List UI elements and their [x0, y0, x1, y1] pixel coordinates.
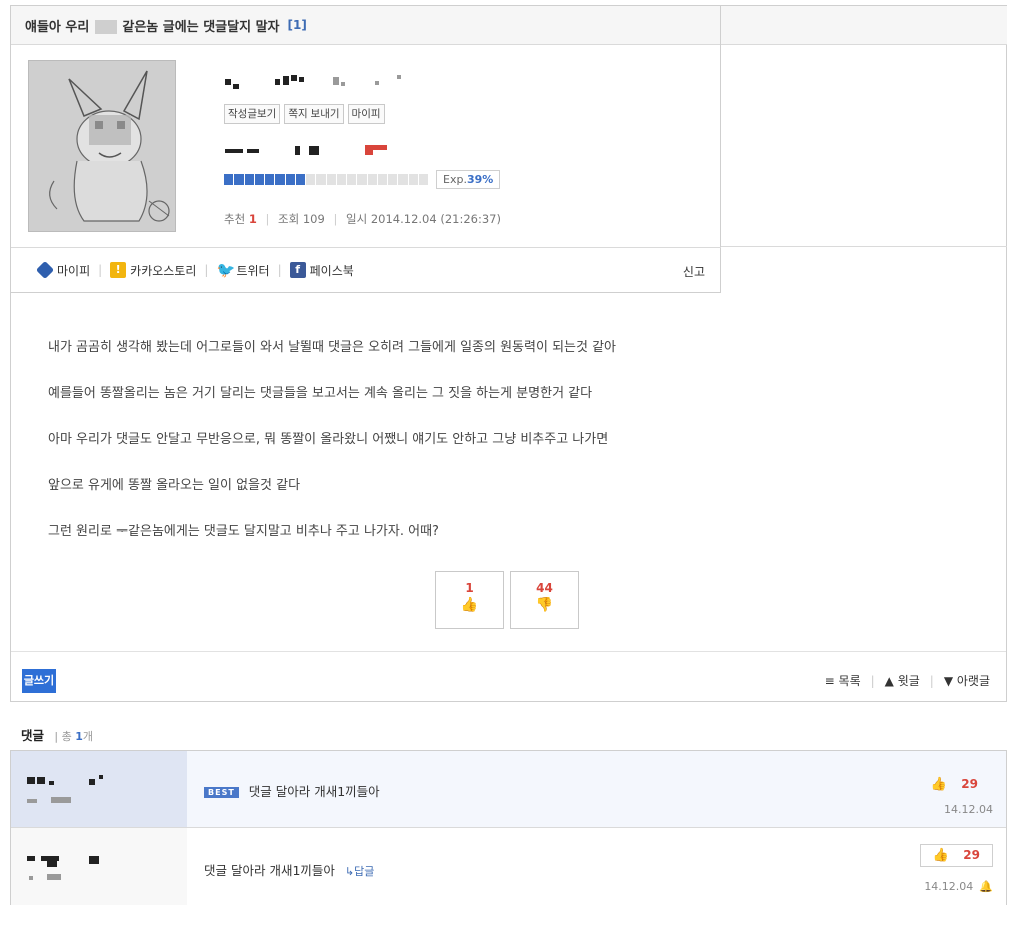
- comment-like[interactable]: 👍 29: [919, 844, 993, 867]
- experience-segment: [367, 174, 377, 185]
- thumbs-up-icon: 👍: [460, 597, 479, 613]
- experience-segment: [285, 174, 295, 185]
- views-label: 조회: [278, 212, 300, 226]
- experience-segment: [418, 174, 428, 185]
- view-posts-button[interactable]: 작성글보기: [224, 104, 281, 124]
- experience-segment: [254, 174, 264, 185]
- experience-segment: [326, 174, 336, 185]
- experience-label: Exp.39%: [436, 170, 501, 189]
- experience-segment: [275, 174, 285, 185]
- upvote-button[interactable]: 1 👍: [435, 571, 504, 629]
- experience-segment: [398, 174, 408, 185]
- date-label: 일시: [346, 212, 368, 226]
- thumbs-down-icon: 👎: [535, 597, 554, 613]
- comment-row: 댓글 달아라 개새1끼들아 ↳답글 👍 29 14.12.04 🔔: [11, 828, 1006, 905]
- experience-segment: [336, 174, 346, 185]
- experience-segment: [306, 174, 316, 185]
- experience-segment: [316, 174, 326, 185]
- experience-segment: [265, 174, 275, 185]
- body-line: 내가 곰곰히 생각해 봤는데 어그로들이 와서 날뛸때 댓글은 오히려 그들에게…: [48, 340, 617, 355]
- post-container: 얘들아 우리 같은놈 글에는 댓글달지 말자 [1] 작성글보기 쪽지 보내기 …: [10, 5, 1007, 702]
- share-kakaostory[interactable]: ! 카카오스토리: [110, 262, 196, 279]
- date-value: 2014.12.04 (21:26:37): [370, 212, 501, 226]
- downvote-button[interactable]: 44 👎: [510, 571, 579, 629]
- experience-segment: [377, 174, 387, 185]
- share-facebook[interactable]: f 페이스북: [289, 262, 354, 279]
- upvote-count: 1: [465, 581, 474, 595]
- experience-segment: [234, 174, 244, 185]
- comments-total: | 총 1개: [54, 730, 93, 743]
- vote-buttons: 1 👍 44 👎: [435, 571, 579, 629]
- title-part-1: 얘들아 우리: [25, 19, 90, 35]
- sidebar-top: [721, 6, 1007, 45]
- author-action-buttons: 작성글보기 쪽지 보내기 마이피: [224, 104, 385, 124]
- comment-text: 댓글 달아라 개새1끼들아 ↳답글: [204, 863, 375, 878]
- reply-link[interactable]: ↳답글: [345, 865, 374, 878]
- best-badge: BEST: [204, 787, 239, 798]
- next-post-link[interactable]: ▼ 아랫글: [944, 672, 990, 689]
- share-bar: 마이피 | ! 카카오스토리 | 🐦 트위터 | f 페이스북 신고: [11, 248, 721, 293]
- list-link[interactable]: ≡ 목록: [825, 672, 861, 689]
- comment-author-pixelated[interactable]: [11, 751, 187, 827]
- comments-header: 댓글 | 총 1개: [21, 725, 93, 744]
- experience-segment: [224, 174, 234, 185]
- avatar[interactable]: [28, 60, 176, 232]
- sidebar-mid: [721, 45, 1007, 247]
- send-message-button[interactable]: 쪽지 보내기: [284, 104, 344, 124]
- thumbs-up-icon: 👍: [930, 777, 948, 792]
- post-navigation: ≡ 목록 | ▲ 윗글 | ▼ 아랫글: [824, 672, 990, 689]
- comments-title: 댓글: [21, 728, 45, 743]
- post-title: 얘들아 우리 같은놈 글에는 댓글달지 말자: [25, 16, 280, 35]
- comment-like[interactable]: 👍 29: [931, 777, 978, 792]
- post-meta: 추천 1 | 조회 109 | 일시 2014.12.04 (21:26:37): [224, 212, 501, 226]
- experience-segment: [295, 174, 305, 185]
- experience-segment: [388, 174, 398, 185]
- experience-segment: [408, 174, 418, 185]
- experience-segment: [244, 174, 254, 185]
- report-link[interactable]: 신고: [683, 263, 705, 280]
- experience-progress-bar: [224, 174, 428, 185]
- comment-text: BEST 댓글 달아라 개새1끼들아: [204, 781, 380, 800]
- comment-row-best: BEST 댓글 달아라 개새1끼들아 👍 29 14.12.04: [11, 751, 1006, 828]
- body-line: 아마 우리가 댓글도 안달고 무반응으로, 뭐 똥짤이 올라왔니 어쨌니 얘기도…: [48, 432, 609, 447]
- write-post-button[interactable]: 글쓰기: [22, 669, 56, 693]
- comment-author-pixelated[interactable]: [11, 828, 187, 905]
- body-line: 앞으로 유게에 똥짤 올라오는 일이 없을것 같다: [48, 478, 301, 493]
- experience-segment: [347, 174, 357, 185]
- experience-bar-row: Exp.39%: [224, 170, 501, 189]
- censored-blur: [94, 20, 117, 34]
- twitter-bird-icon: 🐦: [216, 261, 236, 279]
- post-title-bar: 얘들아 우리 같은놈 글에는 댓글달지 말자 [1]: [11, 6, 721, 45]
- author-info: 작성글보기 쪽지 보내기 마이피 Exp.39% 추천 1 | 조회 109 |…: [11, 45, 721, 248]
- recommend-value: 1: [248, 212, 257, 226]
- comment-date: 14.12.04: [944, 803, 993, 816]
- downvote-count: 44: [536, 581, 553, 595]
- facebook-icon: f: [289, 262, 306, 278]
- corgi-sketch-image: [29, 61, 175, 231]
- comment-date: 14.12.04 🔔: [924, 880, 993, 893]
- right-sidebar-column: [720, 6, 1007, 293]
- mypi-cube-icon: [35, 260, 55, 280]
- share-mypi[interactable]: 마이피: [35, 260, 90, 280]
- prev-post-link[interactable]: ▲ 윗글: [885, 672, 920, 689]
- recommend-label: 추천: [224, 212, 246, 226]
- mypi-button[interactable]: 마이피: [347, 104, 385, 124]
- views-value: 109: [302, 212, 325, 226]
- body-line: 예를들어 똥짤올리는 놈은 거기 달리는 댓글들을 보고서는 계속 올리는 그 …: [48, 386, 593, 401]
- post-body: 내가 곰곰히 생각해 봤는데 어그로들이 와서 날뛸때 댓글은 오히려 그들에게…: [48, 325, 616, 555]
- thumbs-up-icon: 👍: [932, 848, 950, 863]
- comment-list: BEST 댓글 달아라 개새1끼들아 👍 29 14.12.04 댓글 달아라 …: [10, 750, 1007, 905]
- experience-segment: [357, 174, 367, 185]
- comment-count-badge[interactable]: [1]: [288, 18, 307, 32]
- kakaostory-icon: !: [110, 262, 127, 278]
- body-line: 그런 원리로 ᆕ같은놈에게는 댓글도 달지말고 비추나 주고 나가자. 어때?: [48, 524, 439, 539]
- bell-icon[interactable]: 🔔: [979, 880, 993, 893]
- post-footer-bar: 글쓰기 ≡ 목록 | ▲ 윗글 | ▼ 아랫글: [11, 651, 1006, 702]
- share-twitter[interactable]: 🐦 트위터: [216, 262, 269, 279]
- title-part-2: 같은놈 글에는 댓글달지 말자: [122, 19, 280, 35]
